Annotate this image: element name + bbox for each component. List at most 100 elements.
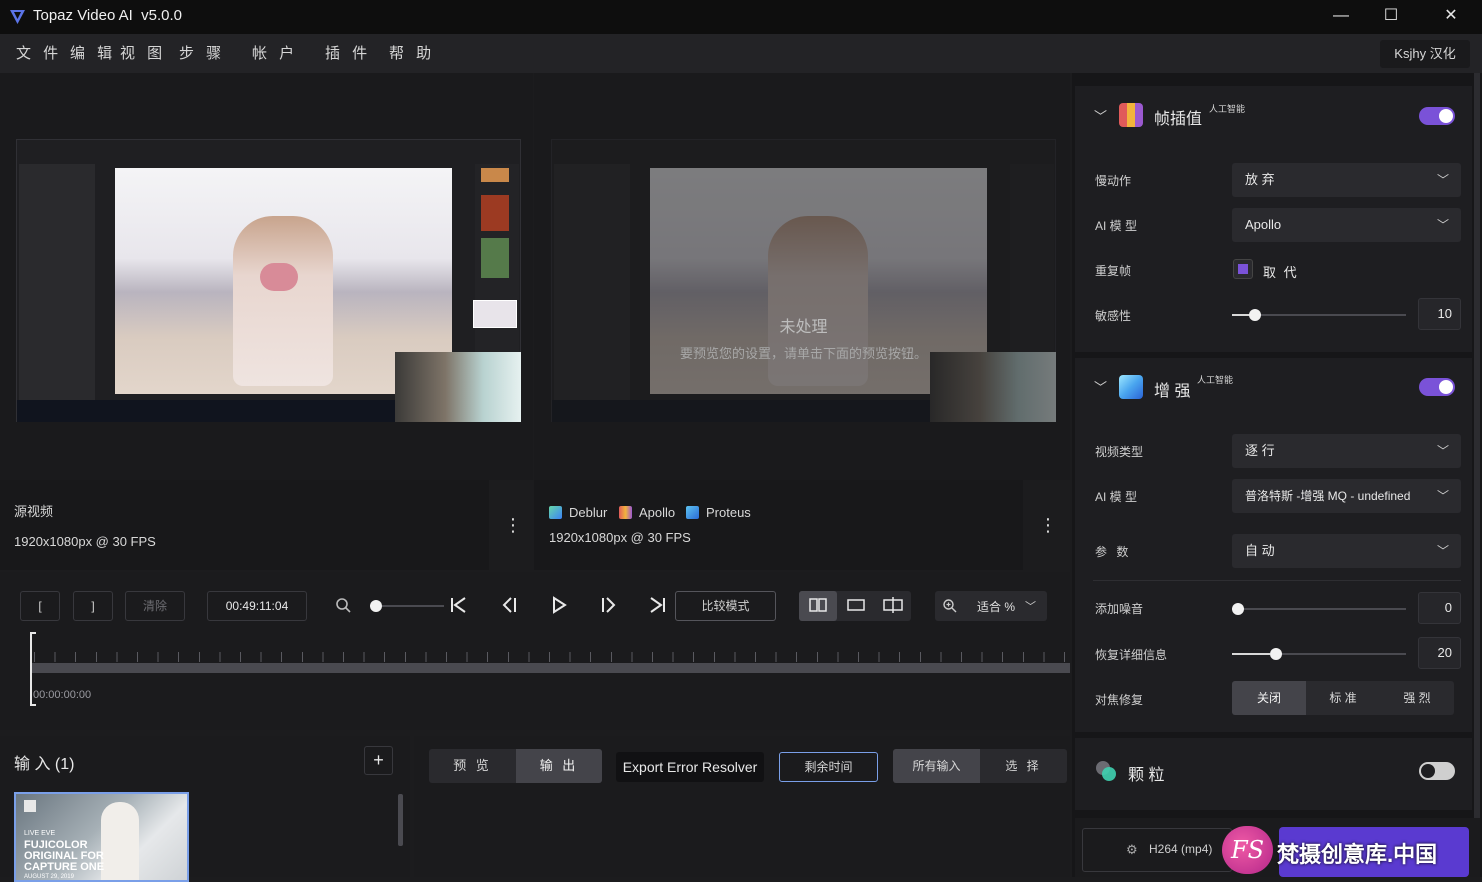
frame-interp-title: 帧插值 xyxy=(1154,111,1203,128)
enhance-collapse-chevron-icon[interactable]: ﹀ xyxy=(1094,377,1107,396)
menu-steps[interactable]: 步 骤 xyxy=(179,34,225,73)
frame-interp-collapse-chevron-icon[interactable]: ﹀ xyxy=(1094,106,1107,125)
focus-fix-standard[interactable]: 标 准 xyxy=(1306,681,1380,715)
fi-ai-model-select[interactable]: Apollo ﹀ xyxy=(1232,208,1461,242)
window-title: Topaz Video AI v5.0.0 xyxy=(33,7,182,24)
proteus-model-icon xyxy=(686,506,699,519)
filmstrip-thumb xyxy=(481,168,509,182)
mark-out-button[interactable]: ] xyxy=(73,591,113,621)
tab-select[interactable]: 选 择 xyxy=(980,749,1067,783)
frame-interp-toggle[interactable] xyxy=(1419,107,1455,125)
remaining-time-button[interactable]: 剩余时间 xyxy=(779,752,878,782)
prev-frame-icon[interactable] xyxy=(500,596,520,617)
app-logo-icon xyxy=(9,8,26,25)
chevron-down-icon: ﹀ xyxy=(1436,218,1449,232)
output-model-deblur: Deblur xyxy=(569,505,608,520)
focus-fix-label: 对焦修复 xyxy=(1095,693,1144,707)
video-type-value: 逐 行 xyxy=(1245,443,1275,458)
zoom-search-icon[interactable] xyxy=(334,597,354,617)
tab-all-inputs[interactable]: 所有输入 xyxy=(893,749,980,783)
sensitivity-label: 敏感性 xyxy=(1095,309,1132,323)
chevron-down-icon: ﹀ xyxy=(1436,444,1449,458)
dup-frames-check-fill xyxy=(1238,264,1248,274)
clear-button[interactable]: 清除 xyxy=(125,591,185,621)
dup-frames-checkbox[interactable] xyxy=(1233,259,1253,279)
output-info-bar xyxy=(534,480,1023,570)
enhance-ai-tag: 人工智能 xyxy=(1197,375,1234,385)
frame-webcam-overlay xyxy=(930,352,1056,422)
compare-mode-button[interactable]: 比较模式 xyxy=(675,591,776,621)
menu-file[interactable]: 文 件 xyxy=(16,34,62,73)
close-button[interactable]: ✕ xyxy=(1428,0,1474,34)
playhead[interactable] xyxy=(30,632,32,706)
slow-motion-value: 放 弃 xyxy=(1245,172,1275,187)
maximize-button[interactable]: ☐ xyxy=(1368,0,1414,34)
en-ai-model-select[interactable]: 普洛特斯 -增强 MQ - undefined ﹀ xyxy=(1232,479,1461,513)
recover-detail-label: 恢复详细信息 xyxy=(1095,648,1168,662)
thumb-figure xyxy=(101,802,139,880)
minimize-button[interactable]: — xyxy=(1318,0,1364,34)
output-info-resolution: 1920x1080px @ 30 FPS xyxy=(549,530,691,545)
add-input-button[interactable]: + xyxy=(364,746,393,775)
frame-taskbar xyxy=(17,400,395,422)
timeline-ruler xyxy=(34,652,1068,662)
chevron-down-icon: ﹀ xyxy=(1436,544,1449,558)
menu-view[interactable]: 视 图 xyxy=(120,34,166,73)
grain-icon xyxy=(1094,759,1118,783)
dup-frames-label: 重复帧 xyxy=(1095,264,1132,278)
output-more-icon[interactable]: ⋮ xyxy=(1039,514,1057,536)
side-by-side-view-icon[interactable] xyxy=(799,591,837,621)
export-format-label: H264 (mp4) xyxy=(1149,842,1213,856)
frame-photo-subjects xyxy=(233,216,333,386)
enhance-toggle[interactable] xyxy=(1419,378,1455,396)
output-model-proteus: Proteus xyxy=(706,505,751,520)
export-error-resolver-button[interactable]: Export Error Resolver xyxy=(616,752,764,782)
recover-detail-fill xyxy=(1232,653,1271,655)
inputs-title: 输 入 (1) xyxy=(14,756,75,773)
dup-frames-value: 取 代 xyxy=(1263,265,1299,280)
settings-scrollbar[interactable] xyxy=(1474,73,1480,819)
tab-output[interactable]: 输 出 xyxy=(516,749,602,783)
menu-account[interactable]: 帐 户 xyxy=(252,34,298,73)
params-select[interactable]: 自 动 ﹀ xyxy=(1232,534,1461,568)
mark-in-button[interactable]: [ xyxy=(20,591,60,621)
input-video-thumbnail[interactable]: LIVE EVE FUJICOLOR ORIGINAL FOR CAPTURE … xyxy=(14,792,189,882)
tab-preview[interactable]: 预 览 xyxy=(429,749,516,783)
focus-fix-off[interactable]: 关闭 xyxy=(1232,681,1306,715)
add-noise-input[interactable]: 0 xyxy=(1418,592,1461,624)
account-button[interactable]: Ksjhy 汉化 xyxy=(1380,40,1470,68)
next-frame-icon[interactable] xyxy=(598,596,618,617)
thumb-small-text: LIVE EVE xyxy=(24,830,56,837)
source-video-frame[interactable] xyxy=(16,139,521,422)
split-view-icon[interactable] xyxy=(874,591,911,621)
focus-fix-strong[interactable]: 强 烈 xyxy=(1380,681,1454,715)
source-more-icon[interactable]: ⋮ xyxy=(504,514,522,536)
jump-end-icon[interactable] xyxy=(648,596,668,617)
export-settings-gear-icon: ⚙ xyxy=(1126,842,1138,857)
add-noise-slider[interactable] xyxy=(1232,608,1406,610)
grain-toggle[interactable] xyxy=(1419,762,1455,780)
menu-edit[interactable]: 编 辑 xyxy=(70,34,116,73)
jump-start-icon[interactable] xyxy=(448,596,468,617)
sensitivity-input[interactable]: 10 xyxy=(1418,298,1461,330)
thumb-line-3: CAPTURE ONE xyxy=(24,861,105,873)
zoom-chevron-down-icon: ﹀ xyxy=(1025,601,1036,613)
output-video-frame[interactable] xyxy=(551,139,1056,422)
slow-motion-select[interactable]: 放 弃 ﹀ xyxy=(1232,163,1461,197)
timeline-track xyxy=(30,663,1070,673)
inputs-scrollbar[interactable] xyxy=(398,794,403,846)
frame-interp-icon xyxy=(1119,103,1143,127)
single-view-icon[interactable] xyxy=(837,591,874,621)
recover-detail-input[interactable]: 20 xyxy=(1418,637,1461,669)
timeline-zoom-knob[interactable] xyxy=(370,600,382,612)
video-type-select[interactable]: 逐 行 ﹀ xyxy=(1232,434,1461,468)
timecode-display[interactable]: 00:49:11:04 xyxy=(207,591,307,621)
sensitivity-fill xyxy=(1232,314,1250,316)
play-icon[interactable] xyxy=(549,596,569,617)
en-ai-model-value: 普洛特斯 -增强 MQ - undefined xyxy=(1245,489,1411,503)
menu-plugins[interactable]: 插 件 xyxy=(325,34,371,73)
timeline-zoom-slider[interactable] xyxy=(372,605,444,607)
menu-help[interactable]: 帮 助 xyxy=(389,34,435,73)
frame-webcam-overlay xyxy=(395,352,521,422)
add-noise-knob[interactable] xyxy=(1232,603,1244,615)
